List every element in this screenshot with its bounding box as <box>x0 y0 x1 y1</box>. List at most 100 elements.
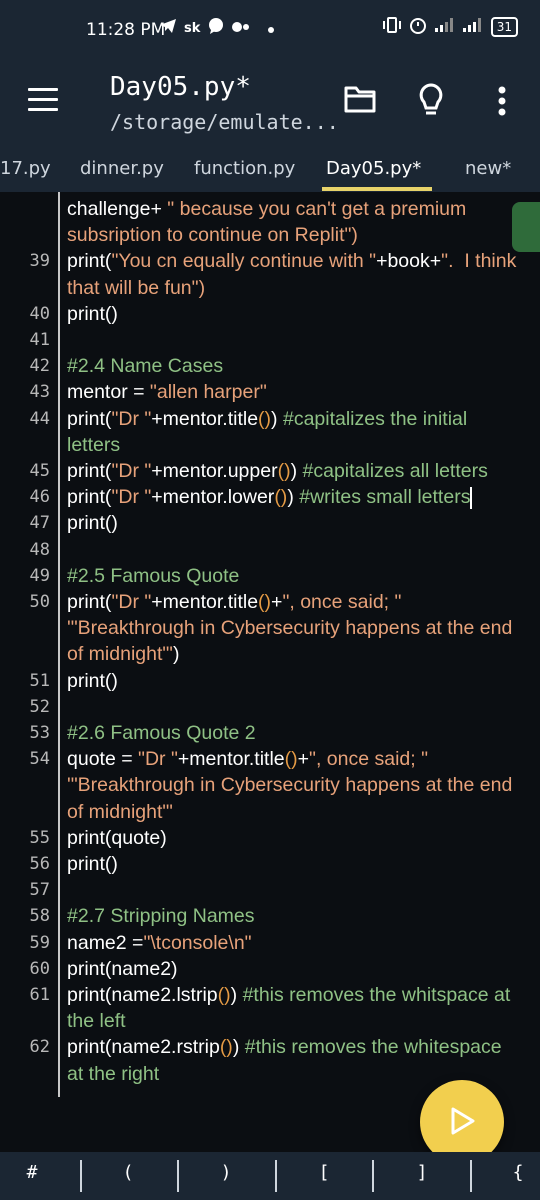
line-number: 54 <box>29 749 50 770</box>
line-number: 47 <box>29 513 50 534</box>
key-open-paren[interactable]: ( <box>98 1162 158 1183</box>
key-separator <box>470 1160 472 1192</box>
record-icon <box>232 19 250 37</box>
line-text: quote = "Dr "+mentor.title()+", once sai… <box>67 746 428 772</box>
token-str: of midnight"' <box>67 800 174 823</box>
token-paren: () <box>258 591 272 613</box>
line-number: 56 <box>29 854 50 874</box>
line-number: 57 <box>29 880 50 901</box>
token-plain: ) <box>230 984 243 1006</box>
chat-icon <box>208 18 224 38</box>
tab-17-py[interactable]: 17.py <box>0 158 51 179</box>
token-cmt: at the right <box>67 1062 160 1085</box>
token-str: ", once said; " <box>282 591 402 613</box>
code-line: 57 <box>0 877 540 903</box>
symbol-key-bar: # ( ) [ ] { <box>0 1152 540 1200</box>
line-text: print("You cn equally continue with "+bo… <box>67 248 516 274</box>
dot-icon <box>268 19 275 37</box>
key-separator <box>177 1160 179 1192</box>
line-text: print(name2) <box>67 956 178 982</box>
code-line: 44 print("Dr "+mentor.title()) #capitaliz… <box>0 406 540 432</box>
line-number: 45 <box>29 461 50 481</box>
line-number: 62 <box>29 1037 50 1058</box>
line-text: #2.4 Name Cases <box>67 353 223 379</box>
telegram-icon <box>160 19 176 37</box>
code-line: 47 print() <box>0 510 540 536</box>
token-plain: print( <box>67 486 112 509</box>
tab-function-py[interactable]: function.py <box>194 158 295 179</box>
line-text: print(name2.lstrip()) #this removes the … <box>67 982 510 1008</box>
line-text: print("Dr "+mentor.title()+", once said;… <box>67 589 401 615</box>
play-icon <box>451 1107 475 1135</box>
battery-icon: 31 <box>490 17 518 37</box>
code-line: 50 print("Dr "+mentor.title()+", once sai… <box>0 589 540 615</box>
status-bar: 11:28 PM sk 31 <box>0 0 540 60</box>
code-line-wrap: letters <box>0 432 540 458</box>
line-text: print(name2.rstrip()) #this removes the … <box>67 1034 502 1060</box>
token-str: of midnight"' <box>67 643 174 666</box>
folder-icon[interactable] <box>344 84 376 118</box>
token-plain: +book+ <box>376 250 442 273</box>
line-number: 46 <box>29 487 50 508</box>
token-plain: +mentor.title <box>151 407 259 430</box>
line-text: that will be fun") <box>67 275 205 301</box>
token-plain: name2 = <box>67 931 144 954</box>
line-text: '"Breakthrough in Cybersecurity happens … <box>67 772 512 798</box>
tab-new[interactable]: new* <box>465 158 511 179</box>
hamburger-menu-icon[interactable] <box>28 88 58 112</box>
code-line: 55 print(quote) <box>0 825 540 851</box>
code-line: 39 print("You cn equally continue with "+… <box>0 248 540 274</box>
key-hash[interactable]: # <box>2 1162 62 1183</box>
tab-day05-py[interactable]: Day05.py* <box>326 158 421 179</box>
line-number: 58 <box>29 906 50 927</box>
line-text: print("Dr "+mentor.upper()) #capitalizes… <box>67 458 488 484</box>
code-line-wrap: '"Breakthrough in Cybersecurity happens … <box>0 772 540 798</box>
token-plain: quote = <box>67 748 139 771</box>
code-line: 45 print("Dr "+mentor.upper()) #capitaliz… <box>0 458 540 484</box>
token-plain: print(quote) <box>67 826 167 849</box>
code-line: 54 quote = "Dr "+mentor.title()+", once s… <box>0 746 540 772</box>
key-close-paren[interactable]: ) <box>196 1162 256 1183</box>
tab-dinner-py[interactable]: dinner.py <box>80 158 164 179</box>
code-line: 43 mentor = "allen harper" <box>0 379 540 405</box>
token-str: "You cn equally continue with " <box>111 250 377 273</box>
text-cursor <box>470 487 473 510</box>
token-cmt: #2.4 Name Cases <box>67 355 224 378</box>
line-text: mentor = "allen harper" <box>67 379 267 405</box>
line-number: 48 <box>29 539 50 560</box>
code-line-wrap: challenge+ " because you can't get a pre… <box>0 196 540 222</box>
token-cmt: letters <box>67 433 121 456</box>
code-line: 48 <box>0 537 540 563</box>
token-cmt: #2.5 Famous Quote <box>67 564 240 587</box>
key-open-brace[interactable]: { <box>488 1162 540 1183</box>
token-str: "Dr " <box>111 407 152 430</box>
token-str: ". I think <box>441 250 517 273</box>
token-plain: print( <box>67 407 112 430</box>
key-close-bracket[interactable]: ] <box>392 1162 452 1183</box>
code-line-wrap: that will be fun") <box>0 275 540 301</box>
token-plain: ) <box>287 486 300 509</box>
token-paren: () <box>277 460 291 482</box>
more-options-icon[interactable] <box>498 86 506 116</box>
vibrate-icon <box>382 17 401 37</box>
lightbulb-icon[interactable] <box>418 82 444 120</box>
side-panel-handle[interactable] <box>512 202 540 252</box>
code-editor[interactable]: challenge+ " because you can't get a pre… <box>0 192 540 1152</box>
code-line: 56 print() <box>0 851 540 877</box>
line-text: print() <box>67 851 118 877</box>
token-str: "Dr " <box>138 748 178 771</box>
token-cmt: #2.7 Stripping Names <box>67 905 255 928</box>
token-plain: print( <box>67 460 112 482</box>
code-line: 61 print(name2.lstrip()) #this removes th… <box>0 982 540 1008</box>
line-text: #2.6 Famous Quote 2 <box>67 720 256 746</box>
code-line-wrap: of midnight"') <box>0 641 540 667</box>
line-number: 51 <box>29 670 50 691</box>
line-text: print("Dr "+mentor.lower()) #writes smal… <box>67 484 473 510</box>
code-line: 60 print(name2) <box>0 956 540 982</box>
code-line: 42 #2.4 Name Cases <box>0 353 540 379</box>
token-paren: () <box>274 486 288 509</box>
key-open-bracket[interactable]: [ <box>294 1162 354 1183</box>
line-text: print() <box>67 301 118 327</box>
line-text: the left <box>67 1008 126 1034</box>
token-plain: mentor = <box>67 381 150 404</box>
